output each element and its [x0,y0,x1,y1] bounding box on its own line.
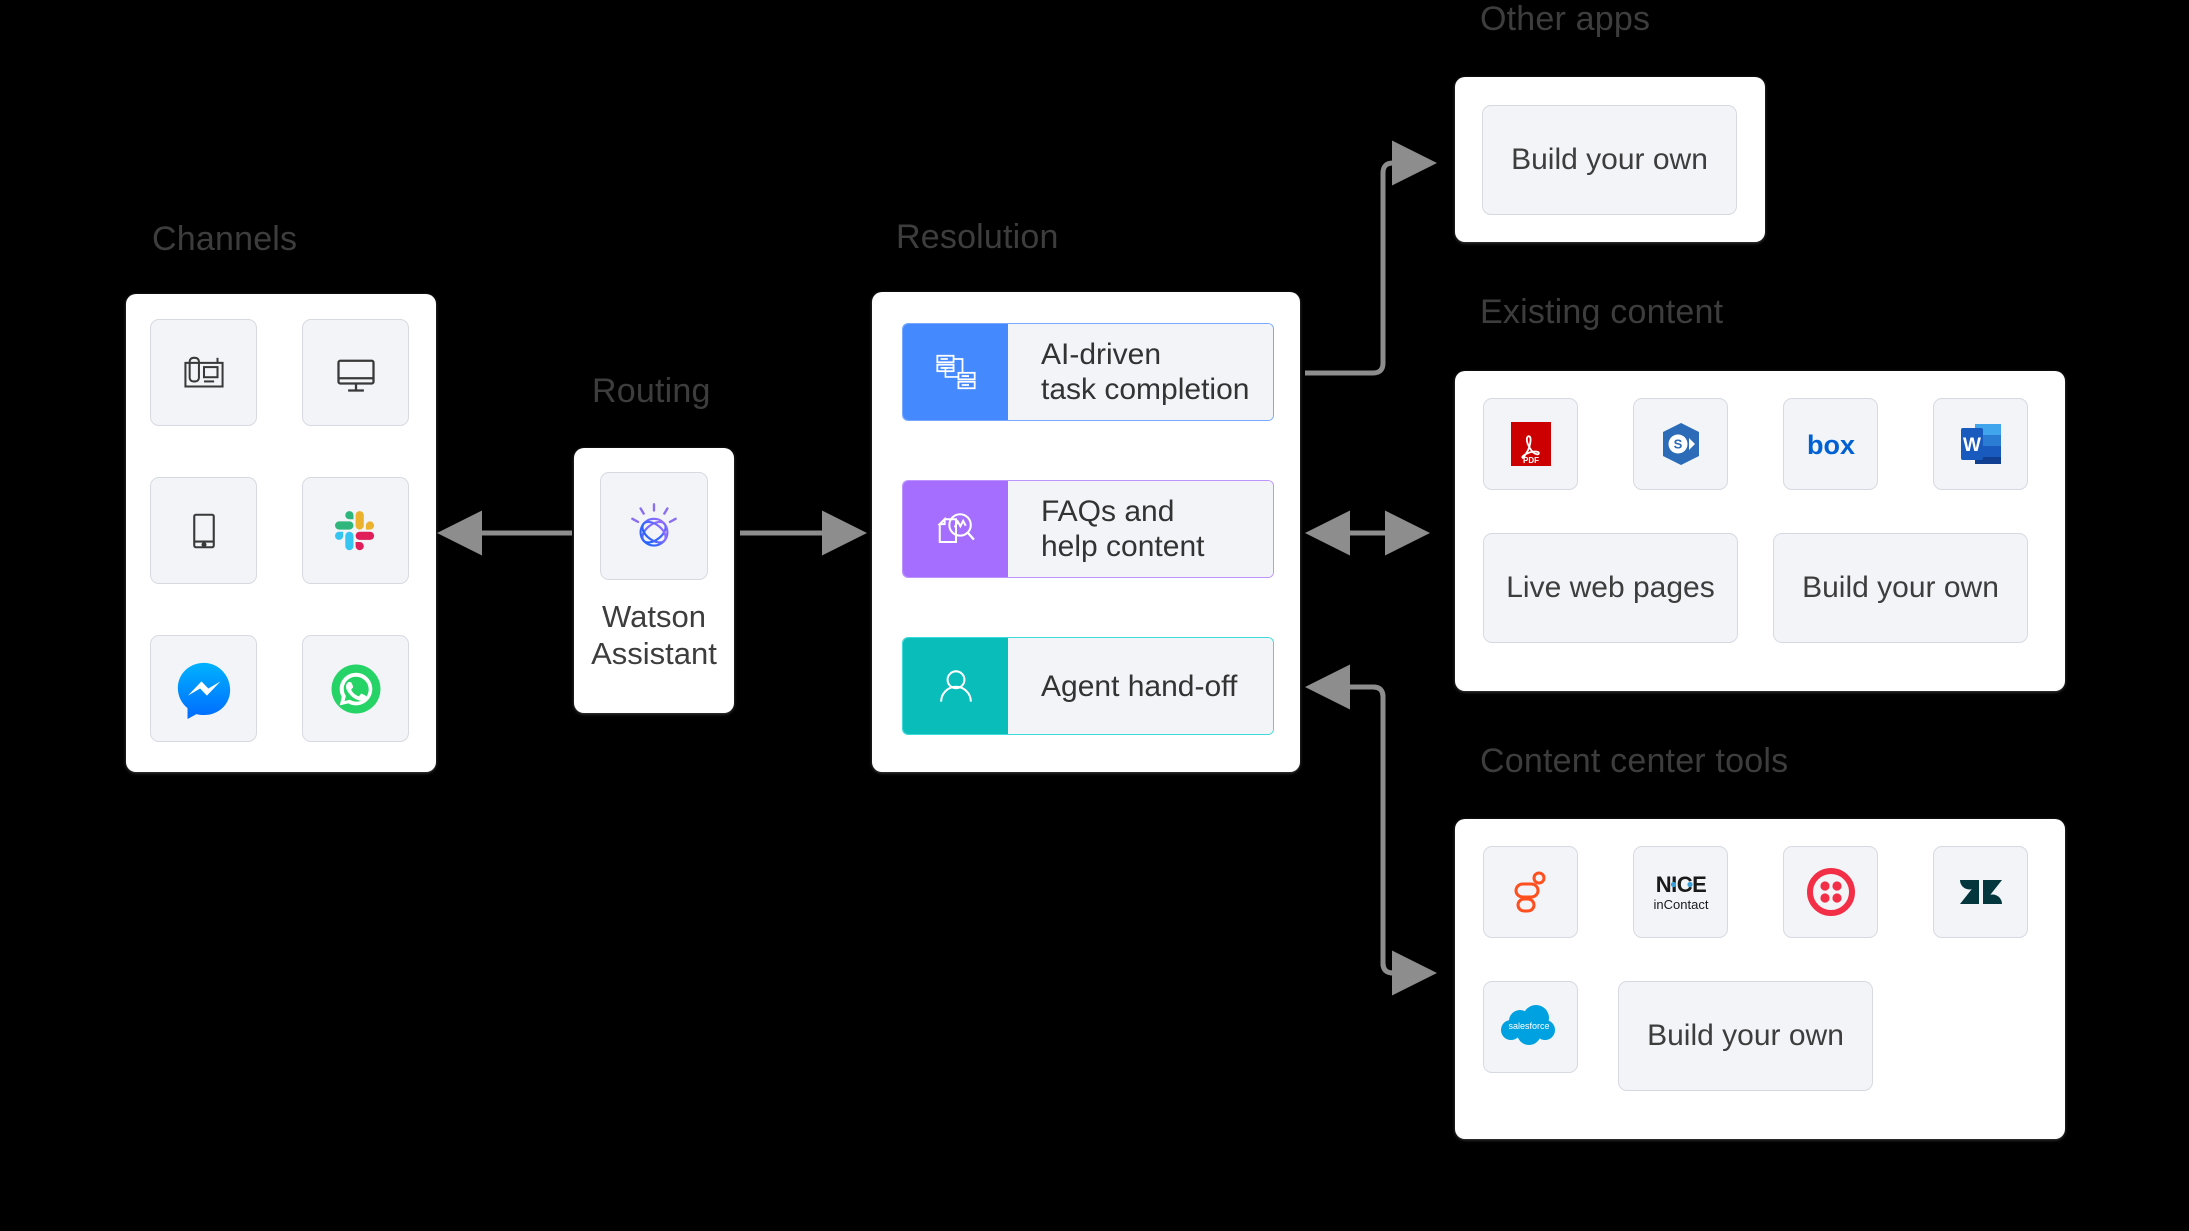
salesforce-icon: salesforce [1495,1001,1567,1053]
twilio-icon [1806,867,1856,917]
other-apps-section-title: Other apps [1480,0,1651,38]
box-icon: box [1795,424,1867,464]
resolution-row-agent-handoff[interactable]: Agent hand-off [902,637,1274,735]
zendesk-icon [1956,867,2006,917]
adobe-pdf-icon: PDF [1505,418,1557,470]
content-center-tile-nice-incontact[interactable]: NICE inContact [1633,846,1728,938]
resolution-row-faqs-label: FAQs and help content [1008,481,1273,577]
channel-tile-messenger[interactable] [150,635,257,742]
resolution-row-faqs[interactable]: FAQs and help content [902,480,1274,578]
resolution-row-ai-task[interactable]: AI-driven task completion [902,323,1274,421]
svg-text:inContact: inContact [1653,897,1708,912]
content-center-tile-build-your-own-label: Build your own [1647,1019,1844,1052]
svg-text:W: W [1963,435,1981,456]
routing-card-watson-assistant[interactable]: Watson Assistant [574,448,734,713]
channels-panel [126,294,436,772]
existing-content-panel: PDF S box W Live web pages Build your ow… [1455,371,2065,691]
svg-text:S: S [1673,437,1682,452]
existing-tile-pdf[interactable]: PDF [1483,398,1578,490]
routing-section-title: Routing [592,372,711,410]
microsoft-word-icon: W [1955,418,2007,470]
resolution-panel: AI-driven task completion FAQs and help … [872,292,1300,772]
existing-tile-sharepoint[interactable]: S [1633,398,1728,490]
resolution-section-title: Resolution [896,218,1059,256]
resolution-row-agent-handoff-label: Agent hand-off [1008,638,1273,734]
existing-tile-word[interactable]: W [1933,398,2028,490]
content-center-panel: NICE inContact salesforce Build your own [1455,819,2065,1139]
existing-tile-build-your-own[interactable]: Build your own [1773,533,2028,643]
facebook-messenger-icon [173,658,235,720]
svg-text:salesforce: salesforce [1508,1021,1549,1031]
routing-card-label: Watson Assistant [591,599,717,671]
svg-text:PDF: PDF [1523,456,1539,465]
content-center-tile-salesforce[interactable]: salesforce [1483,981,1578,1073]
nice-incontact-icon: NICE inContact [1639,866,1723,918]
watson-assistant-icon [621,493,687,559]
channel-tile-mobile[interactable] [150,477,257,584]
other-apps-panel: Build your own [1455,77,1765,242]
content-center-tile-zendesk[interactable] [1933,846,2028,938]
whatsapp-icon [327,660,385,718]
channel-tile-desktop[interactable] [302,319,409,426]
mobile-phone-icon [178,505,230,557]
channel-tile-slack[interactable] [302,477,409,584]
existing-tile-live-web-pages[interactable]: Live web pages [1483,533,1738,643]
channel-tile-desk-phone[interactable] [150,319,257,426]
desktop-monitor-icon [328,345,384,401]
genesys-icon [1508,866,1554,918]
channel-tile-whatsapp[interactable] [302,635,409,742]
existing-tile-live-web-pages-label: Live web pages [1506,571,1715,604]
user-avatar-icon [931,661,981,711]
other-apps-tile-build-your-own[interactable]: Build your own [1482,105,1737,215]
watson-assistant-tile[interactable] [600,472,708,580]
sharepoint-icon: S [1655,418,1707,470]
content-center-tile-genesys[interactable] [1483,846,1578,938]
connector-resolution-to-other-apps [1305,140,1437,376]
slack-icon [329,504,383,558]
connector-resolution-to-content-center [1310,684,1437,996]
content-center-section-title: Content center tools [1480,742,1789,780]
workflow-task-icon-wrap [903,324,1008,420]
document-search-icon-wrap [903,481,1008,577]
existing-content-section-title: Existing content [1480,293,1724,331]
svg-text:box: box [1806,430,1854,460]
connector-content-center-to-resolution [1305,664,1432,976]
resolution-row-ai-task-label: AI-driven task completion [1008,324,1273,420]
user-avatar-icon-wrap [903,638,1008,734]
svg-text:NICE: NICE [1655,872,1706,897]
content-center-tile-twilio[interactable] [1783,846,1878,938]
workflow-task-icon [930,346,982,398]
content-center-tile-build-your-own[interactable]: Build your own [1618,981,1873,1091]
diagram-canvas: Channels Routing Watson Assistant Resolu… [0,0,2189,1231]
existing-tile-build-your-own-label: Build your own [1802,571,1999,604]
document-search-icon [930,503,982,555]
other-apps-tile-label: Build your own [1511,143,1708,176]
desk-phone-icon [177,346,231,400]
existing-tile-box[interactable]: box [1783,398,1878,490]
channels-section-title: Channels [152,220,298,258]
